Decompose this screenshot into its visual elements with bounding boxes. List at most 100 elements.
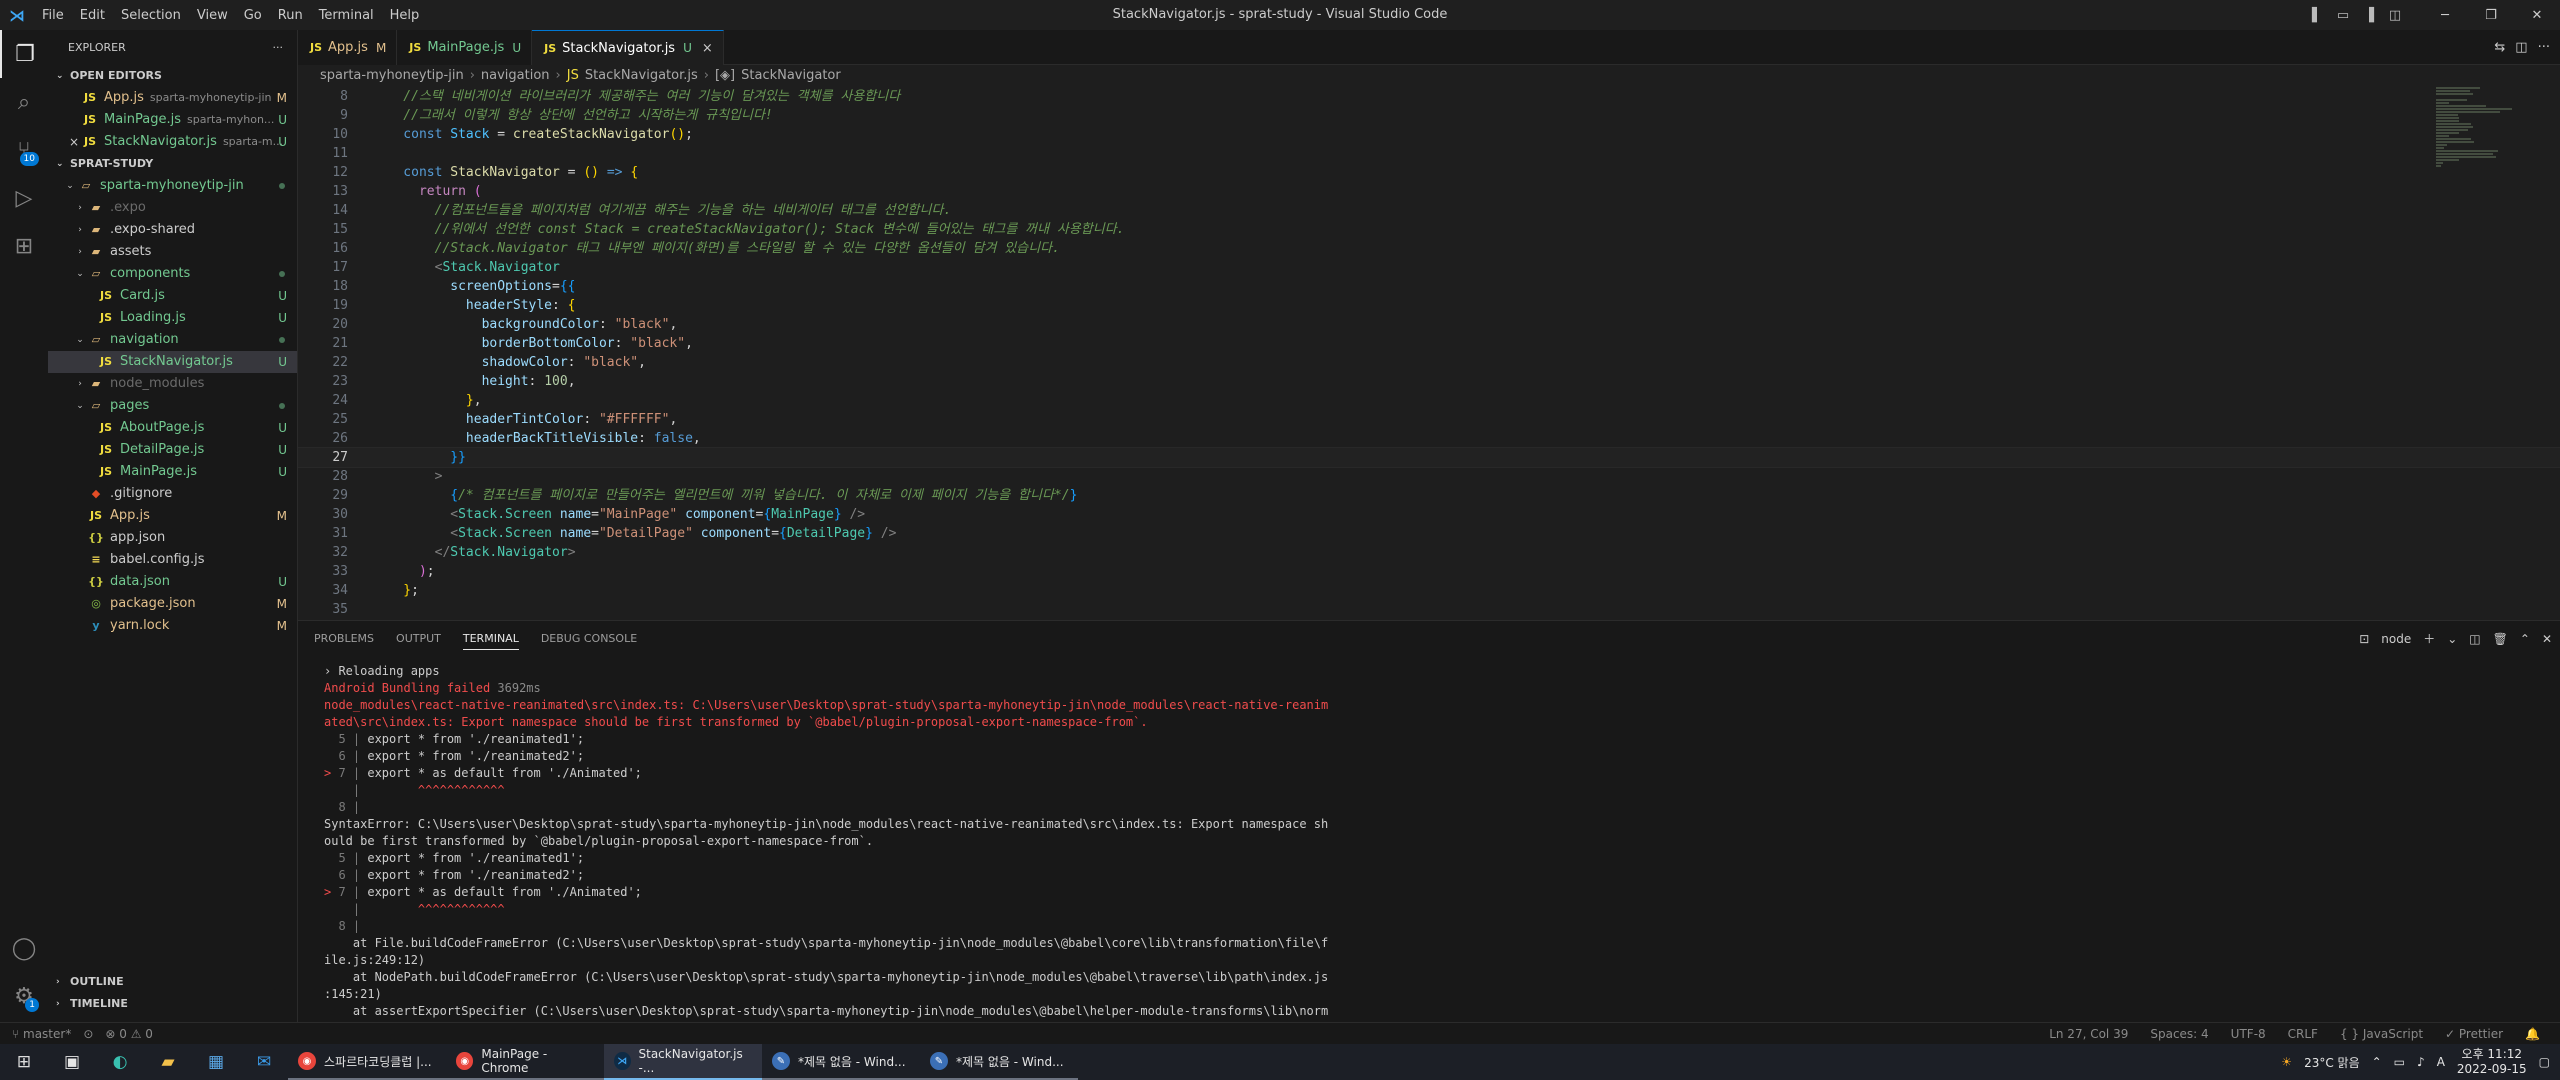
- taskbar-app[interactable]: ◉ 스파르타코딩클럽 |...: [288, 1044, 446, 1080]
- split-editor-icon[interactable]: ◫: [2515, 40, 2527, 55]
- tree-item[interactable]: ≡ babel.config.js: [48, 549, 297, 571]
- menu-help[interactable]: Help: [382, 8, 428, 23]
- notifications-bell-icon[interactable]: 🔔: [2525, 1027, 2540, 1041]
- tab-stacknavigator-js[interactable]: JS StackNavigator.js U ×: [532, 30, 724, 65]
- tree-item[interactable]: {} data.json U: [48, 571, 297, 593]
- ime-indicator[interactable]: A: [2437, 1055, 2445, 1069]
- open-editor-item[interactable]: × JS StackNavigator.js sparta-m... U: [48, 131, 297, 153]
- taskbar-app[interactable]: ✎ *제목 없음 - Wind...: [762, 1044, 920, 1080]
- minimize-button[interactable]: ─: [2422, 0, 2468, 30]
- new-terminal-icon[interactable]: ＋: [2423, 630, 2435, 647]
- toggle-secondary-sidebar-icon[interactable]: ▐: [2356, 0, 2382, 30]
- breadcrumb-item[interactable]: StackNavigator.js: [585, 65, 698, 87]
- outline-header[interactable]: › OUTLINE: [48, 971, 298, 993]
- search-icon[interactable]: ⌕: [0, 78, 48, 126]
- panel-tab-output[interactable]: OUTPUT: [396, 632, 441, 645]
- task-view-icon[interactable]: ▣: [48, 1044, 96, 1080]
- panel-tab-terminal[interactable]: TERMINAL: [462, 632, 519, 650]
- extensions-icon[interactable]: ⊞: [0, 222, 48, 270]
- weather-icon[interactable]: ☀: [2281, 1055, 2292, 1069]
- status-item[interactable]: { } JavaScript: [2340, 1027, 2423, 1041]
- settings-gear-icon[interactable]: ⚙ 1: [0, 972, 48, 1020]
- menu-terminal[interactable]: Terminal: [311, 8, 382, 23]
- file-explorer-icon[interactable]: ▰: [144, 1044, 192, 1080]
- tab-app-js[interactable]: JS App.js M: [298, 30, 398, 65]
- menu-selection[interactable]: Selection: [113, 8, 189, 23]
- tree-item[interactable]: › ▰ assets: [48, 241, 297, 263]
- tree-item[interactable]: › ▰ .expo: [48, 197, 297, 219]
- open-editors-header[interactable]: ⌄ OPEN EDITORS: [48, 65, 297, 87]
- explorer-icon[interactable]: ❐: [0, 30, 48, 78]
- tree-item[interactable]: ⌄ ▱ pages: [48, 395, 297, 417]
- menu-run[interactable]: Run: [270, 8, 311, 23]
- run-debug-icon[interactable]: ▷: [0, 174, 48, 222]
- timeline-header[interactable]: › TIMELINE: [48, 993, 298, 1015]
- panel-tab-debug-console[interactable]: DEBUG CONSOLE: [541, 632, 637, 645]
- network-icon[interactable]: ▭: [2394, 1055, 2405, 1069]
- tree-item[interactable]: ⌄ ▱ components: [48, 263, 297, 285]
- edge-icon[interactable]: ◐: [96, 1044, 144, 1080]
- windows-start-icon[interactable]: ⊞: [0, 1044, 48, 1080]
- tree-item[interactable]: › ▰ node_modules: [48, 373, 297, 395]
- menu-go[interactable]: Go: [236, 8, 270, 23]
- terminal-output[interactable]: › Reloading apps Android Bundling failed …: [324, 663, 1724, 1020]
- tree-item[interactable]: JS Loading.js U: [48, 307, 297, 329]
- tree-item[interactable]: JS AboutPage.js U: [48, 417, 297, 439]
- volume-icon[interactable]: ♪: [2417, 1055, 2425, 1069]
- tree-item[interactable]: › ▰ .expo-shared: [48, 219, 297, 241]
- chevron-down-icon[interactable]: ⌄: [2447, 632, 2457, 646]
- trash-icon[interactable]: 🗑: [2493, 632, 2508, 646]
- source-control-icon[interactable]: ⑂ 10: [0, 126, 48, 174]
- tree-item[interactable]: JS App.js M: [48, 505, 297, 527]
- restore-button[interactable]: ❐: [2468, 0, 2514, 30]
- close-window-button[interactable]: ✕: [2514, 0, 2560, 30]
- live-share-icon[interactable]: ⊙: [83, 1027, 93, 1041]
- taskbar-app[interactable]: ◉ MainPage - Chrome: [446, 1044, 604, 1080]
- tree-item[interactable]: JS DetailPage.js U: [48, 439, 297, 461]
- tree-item[interactable]: y yarn.lock M: [48, 615, 297, 637]
- compare-icon[interactable]: ⇆: [2494, 40, 2505, 55]
- breadcrumb-item[interactable]: sparta-myhoneytip-jin: [320, 65, 464, 87]
- tree-item[interactable]: ⌄ ▱ sparta-myhoneytip-jin: [48, 175, 297, 197]
- tree-item[interactable]: ⌄ ▱ navigation: [48, 329, 297, 351]
- mail-icon[interactable]: ✉: [240, 1044, 288, 1080]
- close-icon[interactable]: ×: [702, 41, 713, 56]
- maximize-panel-icon[interactable]: ⌃: [2520, 632, 2530, 646]
- accounts-icon[interactable]: ◯: [0, 924, 48, 972]
- weather-text[interactable]: 23°C 맑음: [2304, 1054, 2360, 1071]
- clock[interactable]: 오후 11:12 2022-09-15: [2457, 1047, 2527, 1077]
- status-item[interactable]: CRLF: [2288, 1027, 2318, 1041]
- taskbar-app[interactable]: ✎ *제목 없음 - Wind...: [920, 1044, 1078, 1080]
- close-panel-icon[interactable]: ✕: [2542, 632, 2552, 646]
- more-actions-icon[interactable]: ···: [2538, 40, 2550, 55]
- toggle-panel-icon[interactable]: ▭: [2330, 0, 2356, 30]
- workspace-header[interactable]: ⌄ SPRAT-STUDY: [48, 153, 297, 175]
- status-item[interactable]: ✓ Prettier: [2445, 1027, 2503, 1041]
- toggle-sidebar-icon[interactable]: ▌: [2304, 0, 2330, 30]
- breadcrumb-item[interactable]: navigation: [481, 65, 550, 87]
- tree-item[interactable]: {} app.json: [48, 527, 297, 549]
- tree-item[interactable]: ◎ package.json M: [48, 593, 297, 615]
- menu-edit[interactable]: Edit: [72, 8, 113, 23]
- more-actions-icon[interactable]: ···: [273, 30, 284, 65]
- open-editor-item[interactable]: JS MainPage.js sparta-myhon... U: [48, 109, 297, 131]
- panel-tab-problems[interactable]: PROBLEMS: [314, 632, 374, 645]
- problems-indicator[interactable]: ⊗ 0 ⚠ 0: [105, 1027, 153, 1041]
- tree-item[interactable]: JS MainPage.js U: [48, 461, 297, 483]
- menu-view[interactable]: View: [189, 8, 236, 23]
- tab-mainpage-js[interactable]: JS MainPage.js U: [397, 30, 533, 65]
- status-item[interactable]: Ln 27, Col 39: [2049, 1027, 2128, 1041]
- code-view[interactable]: 8 //스택 네비게이션 라이브러리가 제공해주는 여러 기능이 담겨있는 객체…: [298, 87, 2560, 620]
- store-icon[interactable]: ▦: [192, 1044, 240, 1080]
- customize-layout-icon[interactable]: ◫: [2382, 0, 2408, 30]
- notifications-icon[interactable]: ▢: [2539, 1055, 2550, 1069]
- taskbar-app[interactable]: ⋊ StackNavigator.js -...: [604, 1044, 762, 1080]
- status-item[interactable]: Spaces: 4: [2150, 1027, 2208, 1041]
- tree-item[interactable]: JS Card.js U: [48, 285, 297, 307]
- close-icon[interactable]: ×: [66, 131, 82, 153]
- minimap[interactable]: [2436, 87, 2546, 187]
- menu-file[interactable]: File: [34, 8, 72, 23]
- tray-chevron-icon[interactable]: ⌃: [2372, 1055, 2382, 1069]
- breadcrumb-item[interactable]: StackNavigator: [741, 65, 841, 87]
- open-editor-item[interactable]: JS App.js sparta-myhoneytip-jin M: [48, 87, 297, 109]
